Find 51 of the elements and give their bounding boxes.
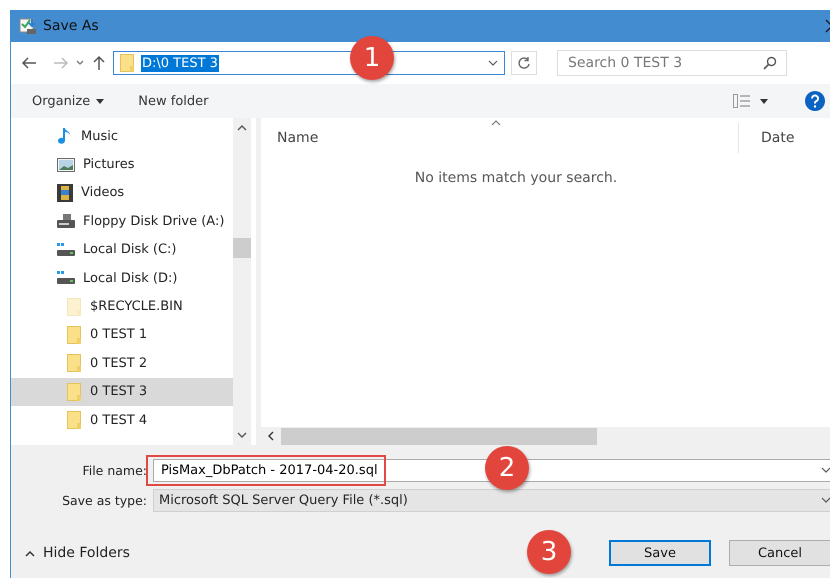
help-icon[interactable] bbox=[805, 91, 825, 111]
recent-dropdown-icon[interactable] bbox=[75, 59, 85, 67]
nav-item[interactable]: Floppy Disk Drive (A:) bbox=[11, 207, 233, 236]
dropdown-caret-icon bbox=[96, 98, 104, 104]
hide-folders-button[interactable]: Hide Folders bbox=[25, 545, 130, 561]
save-disk-icon bbox=[19, 17, 37, 35]
column-header[interactable]: Date bbox=[761, 130, 794, 146]
folder-icon bbox=[120, 54, 135, 72]
dropdown-caret-icon[interactable] bbox=[488, 59, 498, 67]
empty-message: No items match your search. bbox=[414, 170, 618, 186]
nav-item[interactable]: 0 TEST 3 bbox=[11, 378, 233, 406]
chevron-up-icon bbox=[25, 550, 35, 556]
up-arrow-icon[interactable] bbox=[91, 55, 107, 71]
search-icon bbox=[763, 56, 777, 70]
scrollbar-thumb[interactable] bbox=[281, 428, 597, 444]
scroll-left-icon[interactable] bbox=[267, 431, 275, 441]
picture-icon bbox=[57, 158, 75, 172]
field-label: File name: bbox=[81, 462, 148, 478]
nav-item[interactable]: Local Disk (D:) bbox=[11, 264, 233, 292]
nav-item[interactable]: Local Disk (C:) bbox=[11, 236, 233, 264]
refresh-button[interactable] bbox=[511, 51, 537, 75]
nav-item[interactable]: $RECYCLE.BIN bbox=[11, 292, 233, 321]
scrollbar-thumb[interactable] bbox=[233, 238, 251, 258]
film-strip-icon bbox=[57, 184, 73, 202]
nav-item[interactable]: Videos bbox=[11, 178, 233, 208]
nav-item[interactable]: 0 TEST 2 bbox=[11, 349, 233, 378]
horizontal-scrollbar[interactable] bbox=[261, 427, 830, 445]
nav-item[interactable]: 0 TEST 1 bbox=[11, 320, 233, 350]
nav-item[interactable]: Music bbox=[11, 122, 233, 150]
field-label: Save as type: bbox=[61, 492, 148, 508]
column-header[interactable]: Name bbox=[277, 130, 318, 146]
new-folder-button[interactable]: New folder bbox=[138, 94, 208, 108]
floppy-drive-icon bbox=[57, 214, 75, 228]
dropdown-caret-icon[interactable] bbox=[821, 466, 830, 474]
save-button[interactable]: Save bbox=[609, 540, 711, 566]
nav-item[interactable]: Pictures bbox=[11, 150, 233, 179]
hard-drive-icon bbox=[57, 271, 75, 286]
dropdown-caret-icon[interactable] bbox=[821, 496, 830, 504]
organize-menu[interactable]: Organize bbox=[32, 94, 104, 108]
window-title: Save As bbox=[43, 18, 99, 34]
cancel-button[interactable]: Cancel bbox=[729, 540, 830, 566]
search-field[interactable]: Search 0 TEST 3 bbox=[557, 50, 787, 76]
file-type-dropdown[interactable]: Microsoft SQL Server Query File (*.sql) bbox=[153, 488, 830, 512]
view-options-icon[interactable] bbox=[733, 94, 769, 108]
refresh-icon bbox=[517, 56, 531, 70]
back-arrow-icon[interactable] bbox=[21, 55, 37, 71]
vertical-scrollbar[interactable] bbox=[233, 118, 251, 445]
scroll-down-icon[interactable] bbox=[237, 432, 247, 439]
hard-drive-icon bbox=[57, 242, 75, 257]
nav-item[interactable]: 0 TEST 4 bbox=[11, 406, 233, 434]
scroll-up-icon[interactable] bbox=[237, 124, 247, 131]
